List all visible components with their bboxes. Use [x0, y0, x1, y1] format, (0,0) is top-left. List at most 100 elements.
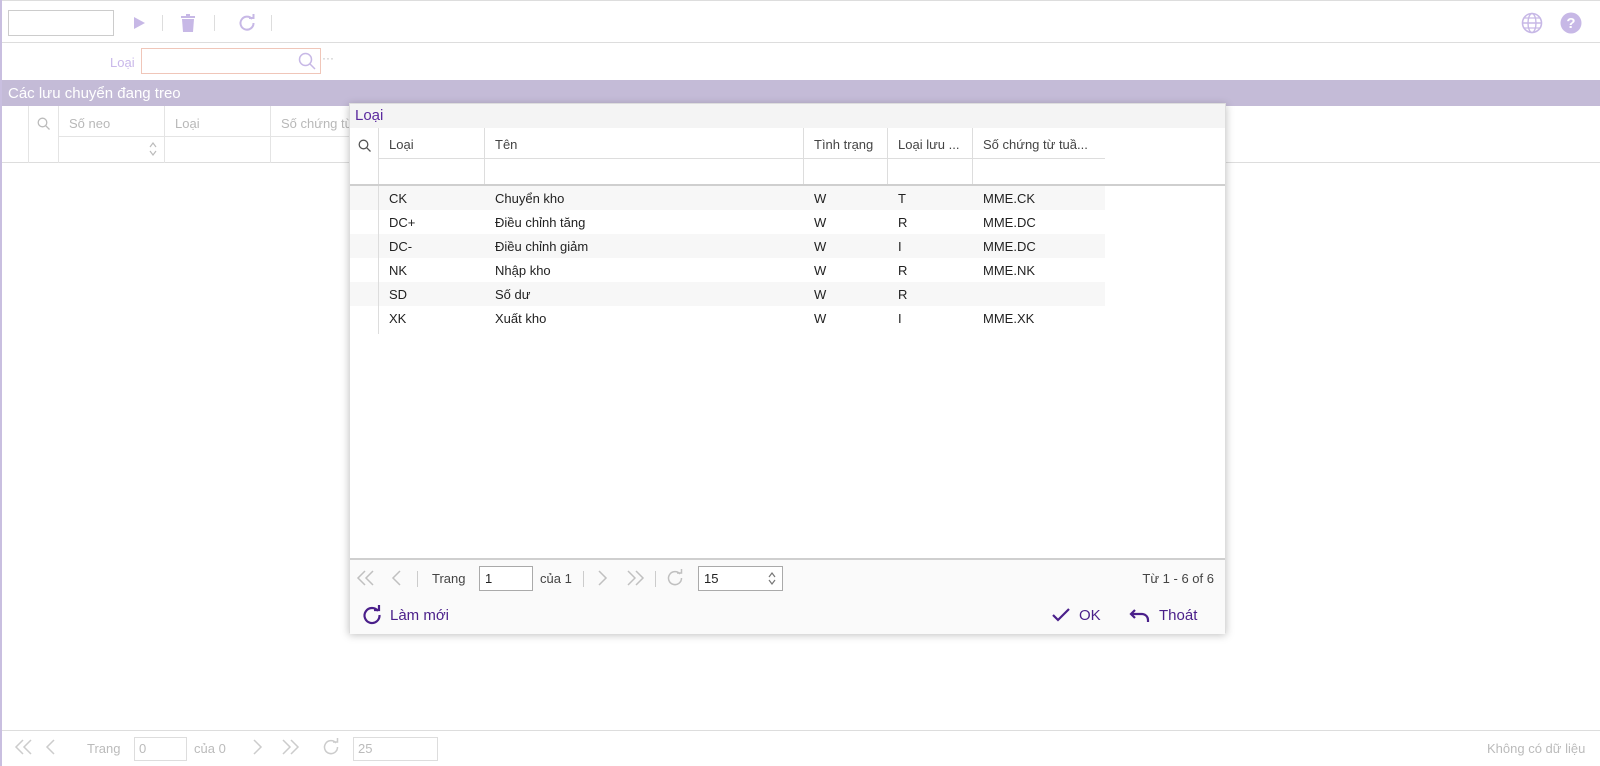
more-icon[interactable]: ···: [322, 51, 334, 65]
grid-column-divider: [28, 106, 29, 163]
cell-ten: Chuyển kho: [495, 191, 565, 206]
grid-column-divider: [164, 106, 165, 163]
toolbar-input[interactable]: [8, 10, 114, 36]
cell-loai-luu: R: [898, 263, 908, 278]
dialog-footer: Làm mới OK Thoát: [350, 596, 1225, 634]
play-icon[interactable]: [126, 10, 152, 36]
cell-loai: NK: [389, 263, 408, 278]
toolbar: ?: [2, 0, 1600, 43]
prev-page-icon[interactable]: [44, 738, 56, 759]
ok-button[interactable]: OK: [1051, 603, 1101, 627]
ok-button-label: OK: [1079, 606, 1101, 624]
column-header-loai[interactable]: Loại: [175, 116, 200, 131]
cell-tinh-trang: W: [814, 239, 827, 254]
grid-column-divider: [58, 106, 59, 163]
search-icon[interactable]: [358, 139, 371, 155]
grid-left-border: [378, 186, 379, 334]
bottom-pager: Trang 0 của 0 25 Không có dữ liệu: [2, 730, 1600, 766]
app-page: ? Loại ··· Các lưu chuyển đang treo Số n…: [0, 0, 1600, 766]
refresh-icon[interactable]: [234, 10, 260, 36]
page-count-label: của 0: [194, 741, 226, 756]
toolbar-divider: [162, 15, 163, 31]
trash-icon[interactable]: [175, 10, 201, 36]
table-row[interactable]: CK Chuyển kho W T MME.CK: [350, 186, 1105, 210]
grid-column-divider: [378, 128, 379, 184]
help-icon[interactable]: ?: [1558, 10, 1584, 36]
cell-loai-luu: R: [898, 287, 908, 302]
last-page-icon[interactable]: [280, 738, 300, 759]
table-row[interactable]: DC- Điều chỉnh giảm W I MME.DC: [350, 234, 1105, 258]
last-page-icon[interactable]: [625, 569, 645, 590]
globe-icon[interactable]: [1519, 10, 1545, 36]
cell-tinh-trang: W: [814, 287, 827, 302]
dialog-title: Loại: [350, 104, 1225, 128]
cell-tinh-trang: W: [814, 215, 827, 230]
pager-divider: [655, 571, 656, 587]
filter-loai-input[interactable]: [141, 48, 321, 74]
cell-tinh-trang: W: [814, 311, 827, 326]
exit-button[interactable]: Thoát: [1129, 603, 1197, 627]
grid-column-divider: [887, 128, 888, 184]
cell-ten: Điều chỉnh tăng: [495, 215, 586, 230]
grid-column-divider: [972, 128, 973, 184]
grid-header: Loại Tên Tình trạng Loại lưu ... Số chứn…: [350, 128, 1105, 184]
cell-loai-luu: R: [898, 215, 908, 230]
column-header-so-chung-tu[interactable]: Số chứng từ tuầ...: [983, 137, 1088, 152]
check-icon: [1052, 608, 1070, 622]
column-header-ten[interactable]: Tên: [495, 137, 517, 152]
pager-status: Từ 1 - 6 of 6: [1142, 571, 1214, 586]
sort-stepper-icon[interactable]: [148, 141, 158, 160]
lookup-grid: Loại Tên Tình trạng Loại lưu ... Số chứn…: [350, 128, 1225, 560]
table-row[interactable]: DC+ Điều chỉnh tăng W R MME.DC: [350, 210, 1105, 234]
table-row[interactable]: NK Nhập kho W R MME.NK: [350, 258, 1105, 282]
first-page-icon[interactable]: [14, 738, 34, 759]
column-header-loai[interactable]: Loại: [389, 137, 414, 152]
cell-loai: SD: [389, 287, 408, 302]
page-size-select[interactable]: 25: [353, 737, 438, 761]
grid-filter-line: [58, 136, 358, 137]
cell-ten: Điều chỉnh giảm: [495, 239, 589, 254]
svg-text:?: ?: [1566, 15, 1575, 32]
search-icon[interactable]: [298, 52, 316, 70]
search-icon[interactable]: [37, 117, 50, 133]
exit-button-label: Thoát: [1159, 606, 1198, 624]
filter-row: Loại ···: [2, 43, 1600, 79]
cell-ten: Nhập kho: [495, 263, 551, 278]
page-number-input[interactable]: 1: [479, 566, 533, 591]
grid-column-divider: [803, 128, 804, 184]
page-size-select[interactable]: 15: [698, 566, 783, 591]
column-header-so-chung-tu[interactable]: Số chứng từ: [281, 116, 353, 131]
refresh-button-label: Làm mới: [390, 606, 450, 624]
stepper-icon[interactable]: [767, 571, 777, 586]
table-row[interactable]: XK Xuất kho W I MME.XK: [350, 306, 1105, 330]
refresh-icon[interactable]: [666, 569, 684, 590]
first-page-icon[interactable]: [356, 569, 376, 590]
next-page-icon[interactable]: [252, 738, 264, 759]
refresh-icon: [363, 605, 381, 625]
table-row[interactable]: SD Số dư W R: [350, 282, 1105, 306]
cell-loai-luu: I: [898, 239, 902, 254]
next-page-icon[interactable]: [597, 569, 609, 590]
column-header-tinh-trang[interactable]: Tình trạng: [814, 137, 873, 152]
cell-loai: DC+: [389, 215, 416, 230]
pager-divider: [417, 571, 418, 587]
cell-so-chung-tu: MME.XK: [983, 311, 1035, 326]
column-header-loai-luu[interactable]: Loại lưu ...: [898, 137, 959, 152]
cell-ten: Xuất kho: [495, 311, 547, 326]
cell-so-chung-tu: MME.CK: [983, 191, 1035, 206]
cell-loai: XK: [389, 311, 407, 326]
prev-page-icon[interactable]: [390, 569, 402, 590]
cell-tinh-trang: W: [814, 191, 827, 206]
cell-loai-luu: I: [898, 311, 902, 326]
refresh-button[interactable]: Làm mới: [362, 603, 449, 627]
grid-filter-line: [379, 158, 1105, 159]
page-size-value: 15: [704, 571, 719, 586]
toolbar-divider: [271, 15, 272, 31]
pager-divider: [583, 571, 584, 587]
refresh-icon[interactable]: [322, 738, 340, 759]
page-number-input[interactable]: 0: [134, 737, 187, 761]
undo-icon: [1129, 609, 1150, 622]
cell-loai: DC-: [389, 239, 413, 254]
cell-so-chung-tu: MME.DC: [983, 239, 1036, 254]
column-header-so-neo[interactable]: Số neo: [69, 116, 110, 131]
